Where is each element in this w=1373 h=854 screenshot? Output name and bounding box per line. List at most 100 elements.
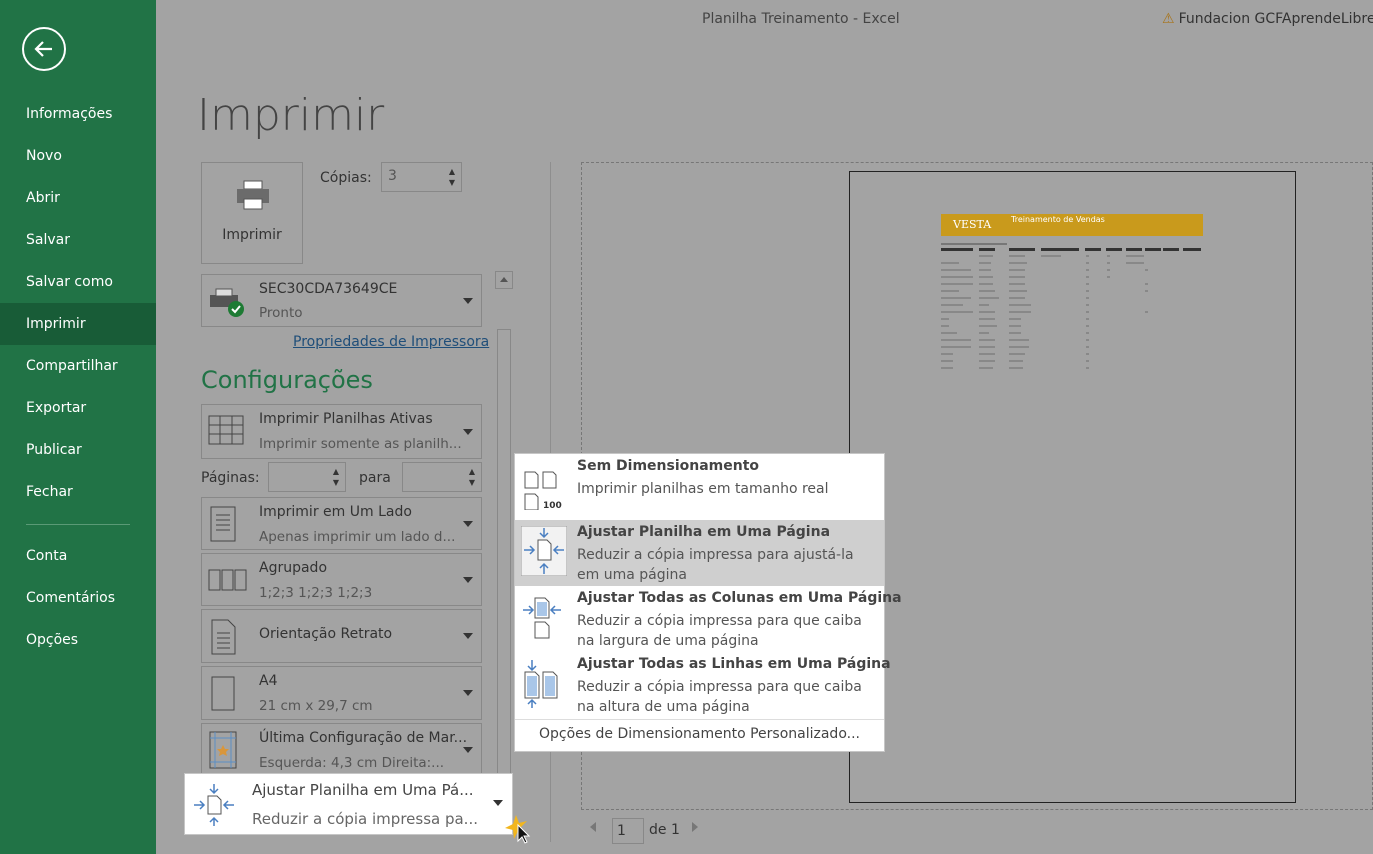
- nav-divider: [26, 524, 130, 525]
- collate-dropdown[interactable]: Agrupado 1;2;3 1;2;3 1;2;3: [201, 553, 482, 606]
- sheet-grid-icon: [208, 415, 244, 445]
- fit-sheet-icon: [521, 526, 567, 576]
- window-title: Planilha Treinamento - Excel: [702, 11, 900, 27]
- orientation-dropdown[interactable]: Orientação Retrato: [201, 609, 482, 663]
- page-count-label: de 1: [649, 822, 680, 838]
- option-fit-rows[interactable]: Ajustar Todas as Linhas em Uma Página Re…: [515, 652, 891, 718]
- back-arrow-icon: [34, 41, 52, 57]
- nav-abrir[interactable]: Abrir: [0, 177, 156, 219]
- page-title: Imprimir: [197, 90, 385, 141]
- option-desc: Reduzir a cópia impressa para que caiba …: [577, 679, 862, 715]
- spin-down-icon[interactable]: ▼: [333, 479, 339, 487]
- scaling-sub: Reduzir a cópia impressa pa...: [252, 810, 478, 828]
- fit-columns-icon: [523, 597, 561, 639]
- sheet-subtitle: Treinamento de Vendas: [1011, 215, 1105, 224]
- nav-salvar-como[interactable]: Salvar como: [0, 261, 156, 303]
- collate-sub: 1;2;3 1;2;3 1;2;3: [259, 585, 373, 601]
- option-fit-sheet[interactable]: Ajustar Planilha em Uma Página Reduzir a…: [515, 520, 884, 586]
- copies-stepper[interactable]: 3 ▲ ▼: [381, 162, 462, 192]
- option-title: Ajustar Todas as Linhas em Uma Página: [577, 656, 891, 672]
- preview-page: VESTA Treinamento de Vendas: [849, 171, 1296, 803]
- nav-novo[interactable]: Novo: [0, 135, 156, 177]
- printer-icon: [237, 180, 269, 210]
- spin-up-icon[interactable]: ▲: [333, 468, 339, 476]
- print-what-dropdown[interactable]: Imprimir Planilhas Ativas Imprimir somen…: [201, 404, 482, 459]
- chevron-down-icon: [463, 428, 473, 435]
- option-title: Ajustar Planilha em Uma Página: [577, 524, 831, 540]
- option-desc: Imprimir planilhas em tamanho real: [577, 481, 829, 497]
- printer-properties-link[interactable]: Propriedades de Impressora: [293, 334, 489, 350]
- copies-value: 3: [388, 168, 397, 184]
- chevron-down-icon: [493, 800, 503, 806]
- no-scaling-icon: 100: [524, 471, 562, 510]
- custom-scaling-option[interactable]: Opções de Dimensionamento Personalizado.…: [515, 726, 884, 742]
- pages-from-input[interactable]: ▲ ▼: [268, 462, 346, 492]
- nav-salvar[interactable]: Salvar: [0, 219, 156, 261]
- sheet-table-thumbnail: [941, 243, 1201, 369]
- print-what-title: Imprimir Planilhas Ativas: [259, 411, 433, 427]
- option-desc: Reduzir a cópia impressa para que caiba …: [577, 613, 862, 649]
- chevron-down-icon: [463, 520, 473, 527]
- chevron-down-icon: [463, 690, 473, 696]
- margins-sub: Esquerda: 4,3 cm Direita:...: [259, 755, 445, 771]
- backstage-sidebar: Informações Novo Abrir Salvar Salvar com…: [0, 0, 156, 854]
- nav-comentarios[interactable]: Comentários: [0, 577, 156, 619]
- chevron-down-icon: [463, 746, 473, 753]
- nav-fechar[interactable]: Fechar: [0, 471, 156, 513]
- option-no-scaling[interactable]: 100 Sem Dimensionamento Imprimir planilh…: [515, 454, 884, 520]
- current-page-input[interactable]: 1: [612, 818, 644, 844]
- print-button[interactable]: Imprimir: [201, 162, 303, 264]
- fit-sheet-icon: [194, 784, 234, 826]
- option-title: Ajustar Todas as Colunas em Uma Página: [577, 590, 902, 606]
- fit-rows-icon: [524, 660, 558, 708]
- paper-size-dropdown[interactable]: A4 21 cm x 29,7 cm: [201, 666, 482, 720]
- previous-page-icon[interactable]: [590, 822, 596, 832]
- option-title: Sem Dimensionamento: [577, 458, 760, 474]
- chevron-down-icon: [463, 297, 473, 304]
- orientation-title: Orientação Retrato: [259, 626, 393, 642]
- spin-up-icon[interactable]: ▲: [469, 468, 475, 476]
- warning-icon: ⚠: [1162, 11, 1175, 27]
- menu-divider: [515, 719, 884, 720]
- mouse-cursor-icon: [505, 815, 531, 844]
- copies-label: Cópias:: [320, 170, 372, 186]
- user-name: Fundacion GCFAprendeLibre: [1178, 11, 1373, 27]
- scroll-thumb[interactable]: [497, 329, 511, 831]
- spin-down-icon[interactable]: ▼: [449, 179, 455, 187]
- margins-dropdown[interactable]: Última Configuração de Mar... Esquerda: …: [201, 723, 482, 776]
- pages-to-label: para: [359, 470, 391, 486]
- nav-informacoes[interactable]: Informações: [0, 93, 156, 135]
- nav-publicar[interactable]: Publicar: [0, 429, 156, 471]
- nav-imprimir[interactable]: Imprimir: [0, 303, 156, 345]
- pages-to-input[interactable]: ▲ ▼: [402, 462, 482, 492]
- collated-icon: [208, 569, 247, 591]
- settings-scrollbar[interactable]: [495, 271, 513, 846]
- nav-conta[interactable]: Conta: [0, 535, 156, 577]
- spin-up-icon[interactable]: ▲: [449, 168, 455, 176]
- user-account[interactable]: ⚠ Fundacion GCFAprendeLibre: [1162, 11, 1373, 27]
- paper-sub: 21 cm x 29,7 cm: [259, 698, 373, 714]
- print-what-sub: Imprimir somente as planilh...: [259, 436, 462, 452]
- print-button-label: Imprimir: [222, 227, 282, 243]
- margins-title: Última Configuração de Mar...: [259, 730, 468, 746]
- nav-compartilhar[interactable]: Compartilhar: [0, 345, 156, 387]
- next-page-icon[interactable]: [692, 822, 698, 832]
- margins-icon: [209, 731, 237, 769]
- scaling-options-menu: 100 Sem Dimensionamento Imprimir planilh…: [514, 453, 902, 752]
- nav-opcoes[interactable]: Opções: [0, 619, 156, 661]
- printer-name: SEC30CDA73649CE: [259, 281, 398, 297]
- spin-down-icon[interactable]: ▼: [469, 479, 475, 487]
- printer-dropdown[interactable]: SEC30CDA73649CE Pronto: [201, 274, 482, 327]
- sheet-header-banner: VESTA Treinamento de Vendas: [941, 214, 1203, 236]
- collate-title: Agrupado: [259, 560, 328, 576]
- printer-ready-icon: [210, 288, 244, 317]
- scaling-dropdown[interactable]: Ajustar Planilha em Uma Pá... Reduzir a …: [184, 773, 513, 835]
- back-button[interactable]: [22, 27, 66, 71]
- sides-dropdown[interactable]: Imprimir em Um Lado Apenas imprimir um l…: [201, 497, 482, 550]
- option-fit-columns[interactable]: Ajustar Todas as Colunas em Uma Página R…: [515, 586, 902, 652]
- one-sided-icon: [210, 506, 236, 542]
- scroll-up-icon[interactable]: [495, 271, 513, 289]
- nav-exportar[interactable]: Exportar: [0, 387, 156, 429]
- chevron-down-icon: [463, 576, 473, 583]
- printer-status: Pronto: [259, 305, 303, 321]
